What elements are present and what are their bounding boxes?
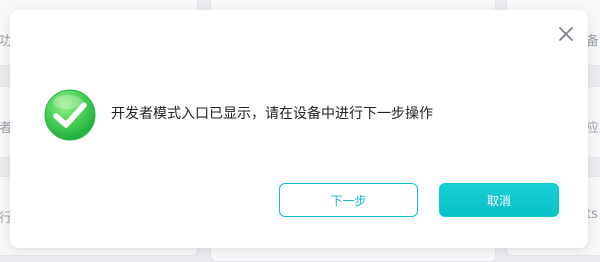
close-icon [559,27,573,41]
dialog-message: 开发者模式入口已显示，请在设备中进行下一步操作 [111,106,433,122]
developer-mode-dialog: 开发者模式入口已显示，请在设备中进行下一步操作 下一步 取消 [10,10,588,248]
check-circle-icon [42,87,98,143]
background-text: 应用 [586,121,600,136]
cancel-button[interactable]: 取消 [439,183,559,217]
close-button[interactable] [556,24,576,44]
next-step-button[interactable]: 下一步 [279,183,418,217]
